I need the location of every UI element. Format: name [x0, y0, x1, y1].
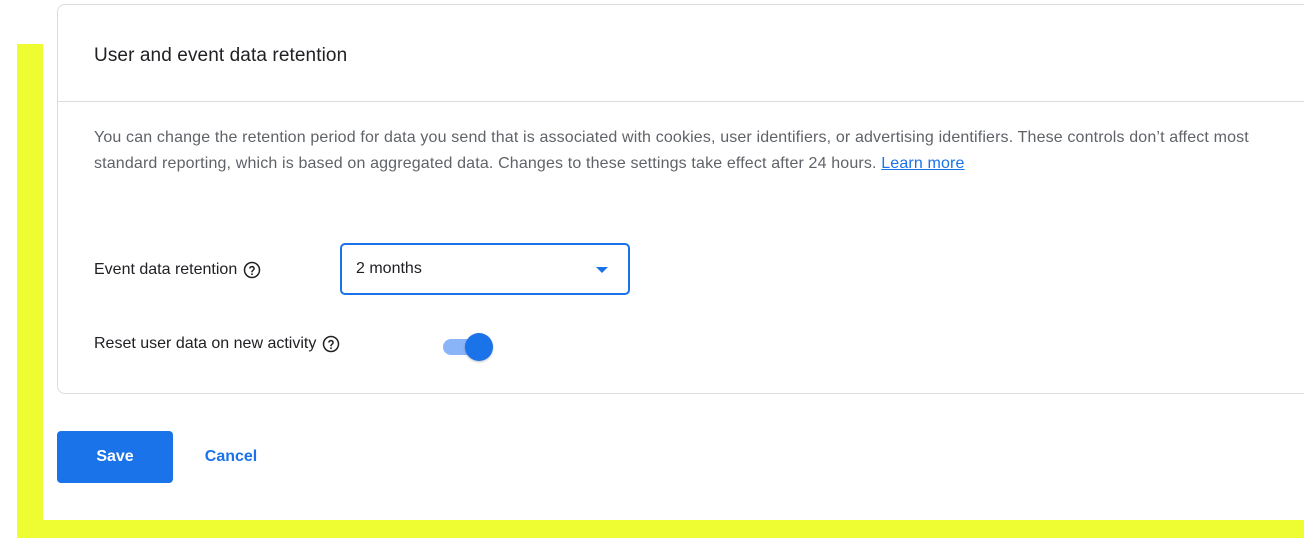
highlight-border-left — [17, 44, 43, 538]
event-retention-select[interactable]: 2 months — [340, 243, 630, 295]
toggle-thumb — [465, 333, 493, 361]
data-retention-card: User and event data retention You can ch… — [57, 4, 1304, 394]
reset-user-data-label: Reset user data on new activity — [94, 335, 317, 352]
event-retention-label: Event data retention — [94, 261, 238, 278]
retention-description: You can change the retention period for … — [94, 125, 1284, 177]
highlight-border-bottom — [17, 520, 1304, 538]
help-circle-icon[interactable] — [243, 261, 261, 279]
caret-down-icon — [596, 267, 608, 273]
learn-more-link[interactable]: Learn more — [881, 155, 964, 172]
description-text: You can change the retention period for … — [94, 129, 1249, 172]
reset-user-data-toggle[interactable] — [441, 331, 499, 361]
save-button[interactable]: Save — [57, 431, 173, 483]
card-title: User and event data retention — [94, 45, 348, 66]
card-divider — [58, 101, 1304, 102]
event-retention-value: 2 months — [356, 260, 422, 277]
cancel-button[interactable]: Cancel — [182, 431, 280, 483]
screenshot-stage: User and event data retention You can ch… — [0, 0, 1304, 538]
reset-user-data-label-row: Reset user data on new activity — [94, 335, 340, 353]
help-circle-icon[interactable] — [322, 335, 340, 353]
event-retention-label-row: Event data retention — [94, 261, 261, 279]
